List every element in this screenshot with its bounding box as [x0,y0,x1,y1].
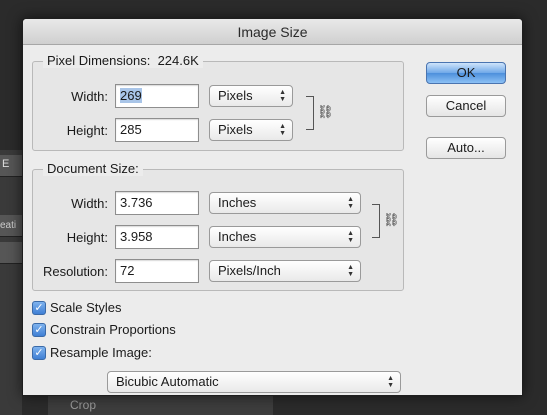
background-bottom-label: Crop [70,398,97,412]
document-size-group: Document Size: Width: 3.736 Inches ▲ ▼ He… [32,161,404,291]
doc-height-unit: Inches [218,229,257,244]
doc-width-input[interactable]: 3.736 [115,191,199,215]
background-panel [0,150,22,415]
doc-link-bracket [372,204,380,238]
pixel-width-unit-select[interactable]: Pixels ▲ ▼ [209,85,293,107]
scale-styles-label[interactable]: Scale Styles [50,300,122,315]
updown-arrows-icon: ▲ ▼ [387,375,394,389]
background-tab-label: E [2,158,10,170]
doc-height-label: Height: [66,230,108,245]
doc-height-unit-select[interactable]: Inches ▲ ▼ [209,226,361,248]
updown-arrows-icon: ▲ ▼ [279,123,286,137]
background-strip [0,242,22,264]
pixel-dimensions-size: 224.6K [157,53,199,68]
document-size-title: Document Size: [43,161,143,176]
pixel-dimensions-title: Pixel Dimensions: 224.6K [43,53,203,68]
resolution-value: 72 [120,263,135,278]
constrain-proportions-checkbox[interactable]: ✓ [32,323,46,337]
doc-height-value: 3.958 [120,229,153,244]
chain-link-icon: ⛓ [383,212,400,227]
background-strip: eati [0,215,22,237]
doc-width-unit: Inches [218,195,257,210]
resolution-label: Resolution: [42,264,108,279]
pixel-width-unit: Pixels [218,88,253,103]
doc-width-label: Width: [71,196,108,211]
pixel-height-input[interactable]: 285 [115,118,199,142]
doc-width-unit-select[interactable]: Inches ▲ ▼ [209,192,361,214]
ok-button[interactable]: OK [426,62,506,84]
resample-method-select[interactable]: Bicubic Automatic ▲ ▼ [107,371,401,393]
pixel-height-value: 285 [120,122,142,137]
pixel-height-label: Height: [66,123,108,138]
pixel-width-value: 269 [120,88,142,103]
resolution-input[interactable]: 72 [115,259,199,283]
updown-arrows-icon: ▲ ▼ [347,230,354,244]
resample-method-value: Bicubic Automatic [116,374,219,389]
pixel-dimensions-group: Pixel Dimensions: 224.6K Width: 269 Pixe… [32,53,404,151]
pixel-width-label: Width: [71,89,108,104]
auto-button[interactable]: Auto... [426,137,506,159]
background-side-label: eati [0,220,17,231]
resolution-unit-select[interactable]: Pixels/Inch ▲ ▼ [209,260,361,282]
cancel-button[interactable]: Cancel [426,95,506,117]
dialog-title: Image Size [23,19,522,45]
image-size-dialog: Image Size Pixel Dimensions: 224.6K Widt… [22,18,523,396]
updown-arrows-icon: ▲ ▼ [279,89,286,103]
scale-styles-checkbox[interactable]: ✓ [32,301,46,315]
doc-width-value: 3.736 [120,195,153,210]
doc-height-input[interactable]: 3.958 [115,225,199,249]
pixel-width-input[interactable]: 269 [115,84,199,108]
pixel-height-unit-select[interactable]: Pixels ▲ ▼ [209,119,293,141]
resample-image-label[interactable]: Resample Image: [50,345,152,360]
constrain-proportions-label[interactable]: Constrain Proportions [50,322,176,337]
resolution-unit: Pixels/Inch [218,263,281,278]
updown-arrows-icon: ▲ ▼ [347,196,354,210]
pixel-height-unit: Pixels [218,122,253,137]
updown-arrows-icon: ▲ ▼ [347,264,354,278]
resample-image-checkbox[interactable]: ✓ [32,346,46,360]
pixel-link-bracket [306,96,314,130]
chain-link-icon: ⛓ [317,104,334,119]
